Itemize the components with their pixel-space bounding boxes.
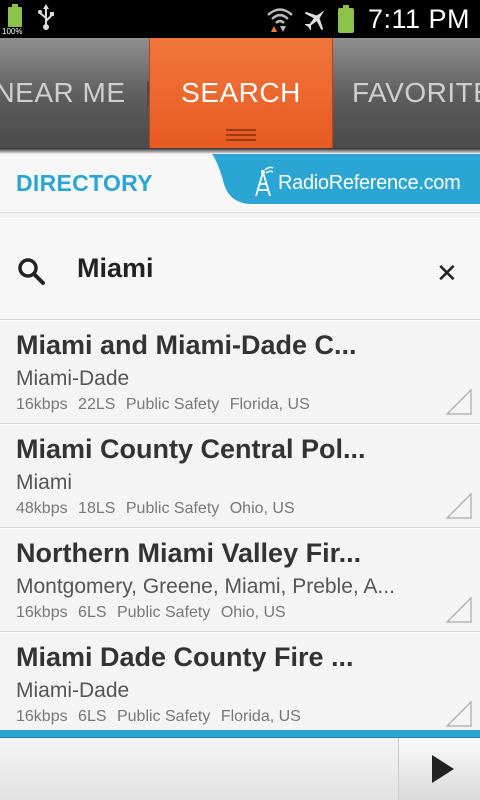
feed-location: Florida, US [229, 396, 310, 413]
feed-county: Miami-Dade [16, 679, 130, 702]
player-accent-bar [0, 730, 480, 738]
corner-fold-icon [446, 493, 472, 519]
clock: 7:11 PM [367, 3, 470, 34]
grip-icon [226, 129, 256, 144]
feed-name: Miami County Central Pol... [16, 434, 366, 464]
feed-location: Ohio, US [220, 604, 286, 621]
feed-county: Miami-Dade [16, 367, 130, 390]
list-item[interactable]: Northern Miami Valley Fir... Montgomery,… [0, 528, 480, 632]
player-bar [0, 730, 480, 800]
feed-name: Miami Dade County Fire ... [16, 642, 354, 672]
radioreference-logo-text: RadioReference.com [278, 172, 461, 194]
usb-icon [38, 4, 54, 36]
results-list: Miami and Miami-Dade C... Miami-Dade 16k… [0, 320, 480, 730]
feed-genre: Public Safety [116, 708, 211, 725]
feed-name: Miami and Miami-Dade C... [16, 330, 357, 360]
tab-near-me[interactable]: NEAR ME [0, 38, 150, 148]
directory-header: DIRECTORY RadioReference.com [0, 154, 480, 213]
corner-fold-icon [446, 389, 472, 415]
feed-meta: 16kbps 6LS Public Safety Ohio, US [16, 604, 292, 622]
feed-listeners: 22LS [78, 396, 116, 413]
feed-listeners: 6LS [78, 708, 107, 725]
feed-meta: 48kbps 18LS Public Safety Ohio, US [16, 500, 301, 518]
feed-genre: Public Safety [116, 604, 211, 621]
search-icon[interactable] [17, 257, 45, 290]
search-input[interactable] [77, 251, 407, 285]
corner-fold-icon [446, 597, 472, 623]
status-bar-right: 7:11 PM [266, 0, 470, 38]
status-bar: 100% 7:11 PM [0, 0, 480, 38]
battery-icon [337, 5, 354, 33]
search-bar [0, 218, 480, 320]
status-bar-left: 100% [2, 4, 54, 36]
feed-bitrate: 48kbps [16, 500, 68, 517]
list-item[interactable]: Miami County Central Pol... Miami 48kbps… [0, 424, 480, 528]
radioreference-logo[interactable]: RadioReference.com [252, 166, 461, 201]
feed-county: Montgomery, Greene, Miami, Preble, A... [16, 575, 395, 598]
corner-fold-icon [446, 701, 472, 727]
feed-bitrate: 16kbps [16, 708, 68, 725]
battery-percent: 100% [2, 27, 23, 36]
airplane-mode-icon [302, 5, 330, 33]
feed-name: Northern Miami Valley Fir... [16, 538, 362, 568]
list-item[interactable]: Miami Dade County Fire ... Miami-Dade 16… [0, 632, 480, 730]
clear-search-icon[interactable]: ✕ [436, 258, 458, 289]
feed-location: Florida, US [220, 708, 301, 725]
feed-genre: Public Safety [125, 396, 220, 413]
tab-favorites[interactable]: FAVORITES [352, 38, 480, 148]
feed-county: Miami [16, 471, 72, 494]
feed-listeners: 6LS [78, 604, 107, 621]
feed-genre: Public Safety [125, 500, 220, 517]
feed-meta: 16kbps 6LS Public Safety Florida, US [16, 708, 307, 726]
feed-bitrate: 16kbps [16, 396, 68, 413]
now-playing-area[interactable] [0, 738, 398, 800]
play-button[interactable] [398, 738, 480, 800]
play-icon [432, 755, 454, 783]
feed-meta: 16kbps 22LS Public Safety Florida, US [16, 396, 316, 414]
battery-icon: 100% [2, 4, 24, 36]
feed-bitrate: 16kbps [16, 604, 68, 621]
feed-listeners: 18LS [78, 500, 116, 517]
wifi-icon [266, 6, 294, 32]
directory-title: DIRECTORY [16, 170, 153, 196]
feed-location: Ohio, US [229, 500, 295, 517]
list-item[interactable]: Miami and Miami-Dade C... Miami-Dade 16k… [0, 320, 480, 424]
top-tab-bar: NEAR ME SEARCH FAVORITES [0, 38, 480, 148]
radio-tower-icon [252, 166, 274, 201]
